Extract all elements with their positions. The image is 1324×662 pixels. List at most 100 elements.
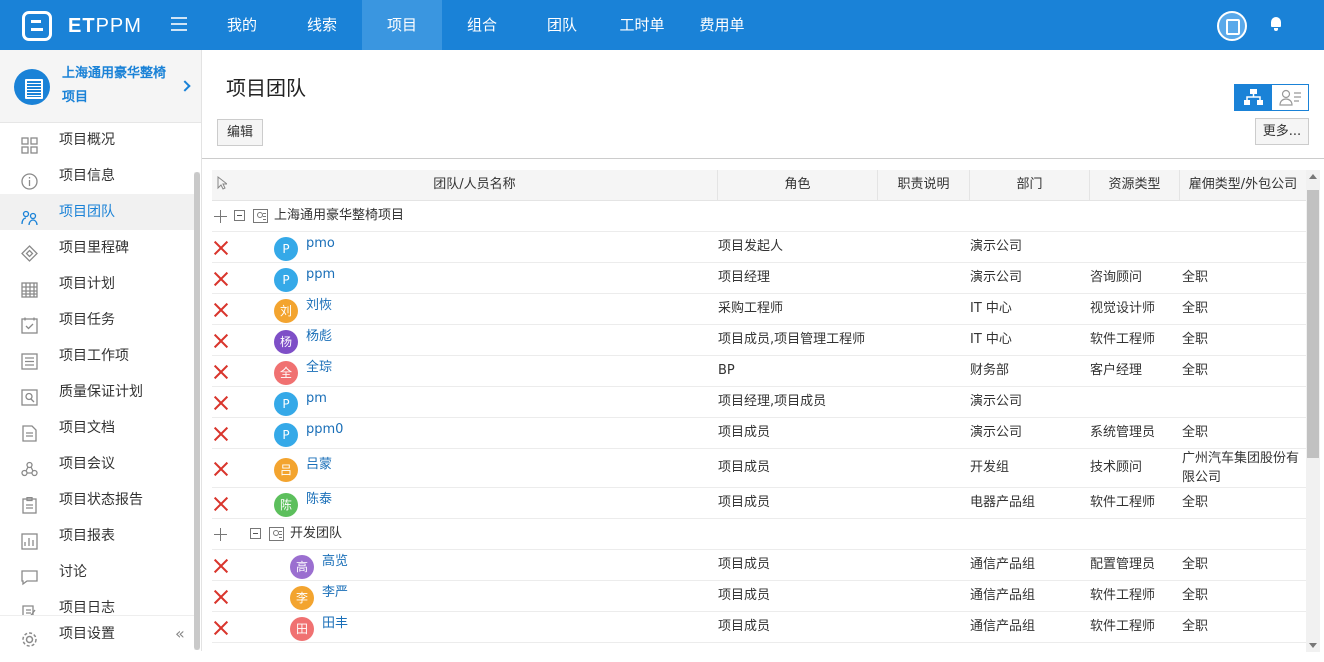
collapse-group-icon[interactable] [250, 528, 261, 539]
sidebar-item-9[interactable]: 项目会议 [0, 446, 194, 482]
team-group-row[interactable]: 上海通用豪华整椅项目 [212, 201, 1306, 232]
nav-item[interactable]: 组合 [442, 0, 522, 50]
sidebar-scrollbar[interactable] [194, 172, 200, 650]
sidebar-item-2[interactable]: 项目团队 [0, 194, 194, 230]
nav-item[interactable]: 我的 [202, 0, 282, 50]
team-name: 开发团队 [290, 526, 343, 541]
remove-member-icon[interactable] [214, 427, 228, 441]
sidebar-item-settings[interactable]: 项目设置 « [0, 616, 194, 652]
remove-member-icon[interactable] [214, 559, 228, 573]
member-row[interactable]: Pppm 项目经理 演示公司 咨询顾问 全职 [212, 263, 1306, 294]
select-cursor-icon[interactable] [217, 176, 227, 190]
nav-item[interactable]: 项目 [362, 0, 442, 50]
member-resource-type: 软件工程师 [1090, 619, 1156, 634]
sidebar-item-label: 项目信息 [59, 168, 115, 184]
remove-member-icon[interactable] [214, 303, 228, 317]
avatar: 陈 [274, 492, 298, 517]
list-view-button[interactable] [1272, 85, 1309, 110]
remove-member-icon[interactable] [214, 365, 228, 379]
sidebar-item-0[interactable]: 项目概况 [0, 122, 194, 158]
nav-item[interactable]: 线索 [282, 0, 362, 50]
remove-member-icon[interactable] [214, 272, 228, 286]
sidebar-item-12[interactable]: 讨论 [0, 554, 194, 590]
remove-member-icon[interactable] [214, 497, 228, 511]
member-row[interactable]: 吕吕蒙 项目成员 开发组 技术顾问 广州汽车集团股份有限公司 [212, 449, 1306, 488]
member-row[interactable]: 陈陈泰 项目成员 电器产品组 软件工程师 全职 [212, 488, 1306, 519]
member-name[interactable]: ppm [306, 260, 335, 290]
user-avatar[interactable] [1217, 11, 1247, 41]
column-header[interactable]: 雇佣类型/外包公司 [1180, 170, 1306, 200]
remove-member-icon[interactable] [214, 396, 228, 410]
sidebar-item-label: 质量保证计划 [59, 384, 143, 400]
member-row[interactable]: Pppm0 项目成员 演示公司 系统管理员 全职 [212, 418, 1306, 449]
member-name[interactable]: 李严 [322, 578, 348, 608]
team-group-row[interactable]: 开发团队 [212, 519, 1306, 550]
add-member-icon[interactable] [214, 528, 227, 541]
member-name[interactable]: pmo [306, 229, 335, 259]
member-employment: 全职 [1182, 270, 1209, 285]
member-name[interactable]: 刘恢 [306, 291, 332, 321]
member-name[interactable]: 全琮 [306, 353, 332, 383]
top-bar: ETPPM 我的 线索 项目 组合 团队 工时单 费用单 [0, 0, 1324, 50]
member-name[interactable]: 陈泰 [306, 485, 332, 515]
more-button[interactable]: 更多... [1255, 118, 1309, 145]
team-name: 上海通用豪华整椅项目 [274, 208, 405, 223]
column-header[interactable]: 资源类型 [1090, 170, 1180, 200]
member-row[interactable]: 杨杨彪 项目成员,项目管理工程师 IT 中心 软件工程师 全职 [212, 325, 1306, 356]
sidebar-item-8[interactable]: 项目文档 [0, 410, 194, 446]
avatar: P [274, 391, 298, 416]
chevron-right-icon[interactable] [179, 80, 191, 92]
column-header[interactable]: 职责说明 [878, 170, 970, 200]
column-header[interactable]: 团队/人员名称 [232, 170, 718, 200]
nav-item[interactable]: 团队 [522, 0, 602, 50]
sidebar-item-label: 项目日志 [59, 600, 115, 616]
sidebar-item-11[interactable]: 项目报表 [0, 518, 194, 554]
nav-item[interactable]: 费用单 [682, 0, 762, 50]
member-row[interactable]: 高高览 项目成员 通信产品组 配置管理员 全职 [212, 550, 1306, 581]
member-name[interactable]: 高览 [322, 547, 348, 577]
project-header[interactable]: 上海通用豪华整椅项目 [0, 50, 201, 123]
remove-member-icon[interactable] [214, 621, 228, 635]
sidebar-item-10[interactable]: 项目状态报告 [0, 482, 194, 518]
member-department: 演示公司 [970, 239, 1023, 254]
tree-view-button[interactable] [1235, 85, 1272, 110]
member-row[interactable]: 全全琮 BP 财务部 客户经理 全职 [212, 356, 1306, 387]
sidebar-item-4[interactable]: 项目计划 [0, 266, 194, 302]
member-name[interactable]: 田丰 [322, 609, 348, 639]
bell-icon[interactable] [1270, 17, 1282, 31]
collapse-group-icon[interactable] [234, 210, 245, 221]
app-logo[interactable]: ETPPM [22, 10, 142, 42]
member-row[interactable]: 刘刘恢 采购工程师 IT 中心 视觉设计师 全职 [212, 294, 1306, 325]
member-row[interactable]: 李李严 项目成员 通信产品组 软件工程师 全职 [212, 581, 1306, 612]
nav-item[interactable]: 工时单 [602, 0, 682, 50]
column-header[interactable]: 角色 [718, 170, 878, 200]
remove-member-icon[interactable] [214, 241, 228, 255]
member-row[interactable]: Ppm 项目经理,项目成员 演示公司 [212, 387, 1306, 418]
member-employment: 全职 [1182, 557, 1209, 572]
sidebar-item-6[interactable]: 项目工作项 [0, 338, 194, 374]
remove-member-icon[interactable] [214, 462, 228, 476]
collapse-icon[interactable]: « [175, 626, 185, 642]
member-role: 项目成员 [718, 588, 771, 603]
member-role: 项目发起人 [718, 239, 784, 254]
sidebar-item-3[interactable]: 项目里程碑 [0, 230, 194, 266]
remove-member-icon[interactable] [214, 590, 228, 604]
sidebar-item-1[interactable]: 项目信息 [0, 158, 194, 194]
column-header[interactable]: 部门 [970, 170, 1090, 200]
remove-member-icon[interactable] [214, 334, 228, 348]
table-scrollbar[interactable] [1306, 170, 1320, 652]
sidebar-item-5[interactable]: 项目任务 [0, 302, 194, 338]
project-icon [14, 69, 50, 105]
sidebar-item-7[interactable]: 质量保证计划 [0, 374, 194, 410]
member-name[interactable]: pm [306, 384, 327, 414]
member-name[interactable]: 杨彪 [306, 322, 332, 352]
member-row[interactable]: 田田丰 项目成员 通信产品组 软件工程师 全职 [212, 612, 1306, 643]
member-name[interactable]: ppm0 [306, 415, 343, 445]
project-name[interactable]: 上海通用豪华整椅项目 [62, 62, 172, 110]
edit-button[interactable]: 编辑 [217, 119, 263, 146]
member-name[interactable]: 吕蒙 [306, 450, 332, 480]
sidebar-item-label: 项目概况 [59, 132, 115, 148]
member-row[interactable]: Ppmo 项目发起人 演示公司 [212, 232, 1306, 263]
hamburger-menu-icon[interactable] [171, 17, 187, 31]
add-member-icon[interactable] [214, 210, 227, 223]
